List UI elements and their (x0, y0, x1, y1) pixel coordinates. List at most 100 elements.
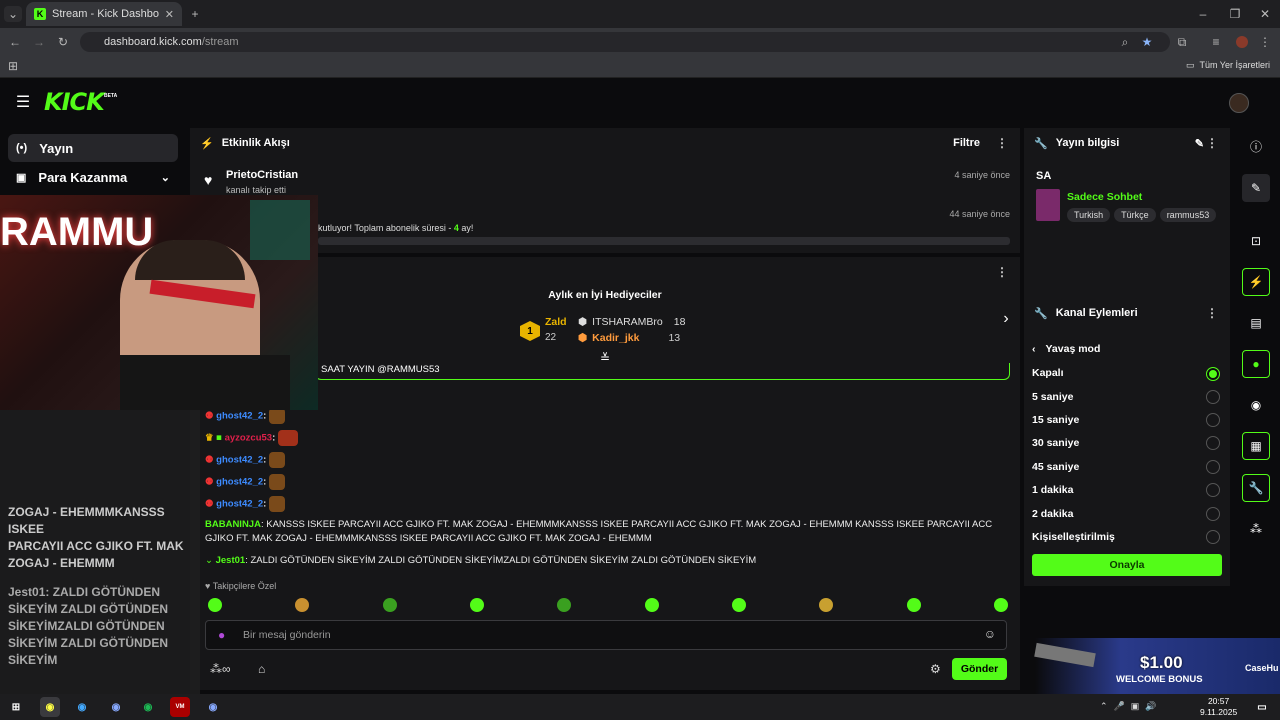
emote-icon[interactable] (993, 598, 1008, 612)
slow-option-radio[interactable] (1206, 530, 1220, 544)
chat-username[interactable]: ghost42_2 (216, 499, 263, 510)
chevron-right-icon[interactable]: › (998, 310, 1014, 327)
minimize-icon[interactable]: – (1196, 6, 1210, 22)
system-tray-icons[interactable]: ⌃🎤▣🔊 (1100, 701, 1162, 712)
slow-option-radio[interactable] (1206, 436, 1220, 450)
channel-actions-menu-icon[interactable]: ⋮ (1206, 306, 1218, 320)
windows-start-icon[interactable]: ⊞ (6, 697, 26, 717)
notifications-icon[interactable]: ▭ (1252, 697, 1272, 717)
slow-option-radio[interactable] (1206, 507, 1220, 521)
category-name[interactable]: Sadece Sohbet (1067, 191, 1142, 203)
chat-input[interactable]: ● Bir mesaj gönderin ☺ (205, 620, 1007, 650)
slow-mode-back[interactable]: ‹ Yavaş mod (1032, 343, 1100, 355)
apps-icon[interactable]: ⁂ (1242, 515, 1270, 543)
wrench-panel-icon[interactable]: 🔧 (1242, 474, 1270, 502)
emote-icon[interactable] (906, 598, 921, 612)
voicemeeter-icon[interactable]: VM (170, 697, 190, 717)
edit-icon[interactable]: ✎ (1242, 174, 1270, 202)
ad-banner[interactable]: $1.00 WELCOME BONUS CaseHu (1034, 638, 1280, 694)
broadcast-signal-icon[interactable]: ◉ (1242, 391, 1270, 419)
slow-option-label[interactable]: 1 dakika (1032, 484, 1073, 496)
hamburger-menu-icon[interactable]: ☰ (14, 94, 32, 111)
slow-option-radio[interactable] (1206, 483, 1220, 497)
send-button[interactable]: Gönder (952, 658, 1007, 680)
filter-button[interactable]: Filtre (953, 137, 980, 149)
apps-grid-icon[interactable]: ⊞ (6, 59, 20, 73)
chat-username[interactable]: Jest01 (216, 555, 246, 566)
media-icon[interactable]: ≡ (1208, 34, 1224, 50)
nav-item-para-kazanma[interactable]: ▣ Para Kazanma ⌄ (8, 163, 178, 191)
emoji-icon[interactable]: ☺ (984, 627, 996, 641)
slow-option-label[interactable]: 5 saniye (1032, 391, 1073, 403)
chat-username[interactable]: ghost42_2 (216, 411, 263, 422)
extensions-icon[interactable]: ⧉ (1174, 34, 1190, 50)
document-icon[interactable]: ▤ (1242, 309, 1270, 337)
back-icon[interactable]: ← (8, 34, 22, 50)
chrome-icon[interactable]: ◉ (40, 697, 60, 717)
chat-username[interactable]: ghost42_2 (216, 477, 263, 488)
chat-tools-icon[interactable]: ⁂∞ (210, 662, 231, 676)
maximize-icon[interactable]: ❐ (1228, 6, 1242, 22)
user-avatar[interactable] (1229, 93, 1249, 113)
slow-option-label[interactable]: 15 saniye (1032, 414, 1079, 426)
bookmark-star-icon[interactable]: ★ (1140, 34, 1154, 50)
new-tab-icon[interactable]: + (188, 6, 202, 22)
event-user[interactable]: PrietoCristian (226, 169, 298, 181)
info-icon[interactable]: ⓘ (1242, 132, 1270, 160)
window-close-icon[interactable]: ✕ (1258, 6, 1272, 22)
forward-icon[interactable]: → (32, 34, 46, 50)
address-bar[interactable]: dashboard.kick.com/stream ⌕ ★ (80, 32, 1170, 52)
chat-username[interactable]: ayzozcu53 (225, 433, 273, 444)
gifter-2[interactable]: ⬢ ITSHARAMBro 18 (578, 316, 685, 328)
reload-icon[interactable]: ↻ (56, 34, 70, 50)
emote-icon[interactable] (557, 598, 572, 612)
collapse-icon[interactable]: ≚ (598, 351, 612, 365)
activity-menu-icon[interactable]: ⋮ (996, 136, 1008, 150)
close-tab-icon[interactable]: ✕ (165, 8, 174, 21)
emote-icon[interactable] (819, 598, 834, 612)
chat-menu-icon[interactable]: ⋮ (996, 265, 1008, 279)
browser-menu-icon[interactable]: ⋮ (1258, 34, 1272, 50)
chat-username[interactable]: BABANINJA (205, 519, 261, 530)
slow-option-label[interactable]: 45 saniye (1032, 461, 1079, 473)
gifter-3[interactable]: ⬢ Kadir_jkk 13 (578, 332, 680, 344)
capture-icon[interactable]: ⊡ (1242, 227, 1270, 255)
emote-icon[interactable] (208, 598, 222, 612)
slow-option-label[interactable]: Kişiselleştirilmiş (1032, 531, 1115, 543)
kick-logo[interactable]: KICK (44, 88, 105, 116)
layout-icon[interactable]: ▦ (1242, 432, 1270, 460)
microphone-icon[interactable]: ● (218, 628, 225, 642)
slow-option-radio[interactable] (1206, 460, 1220, 474)
edit-pencil-icon[interactable]: ✎ (1195, 137, 1204, 150)
settings-gear-icon[interactable]: ⚙ (930, 662, 941, 676)
top-gifter-name[interactable]: Zald (545, 316, 567, 328)
slow-option-label[interactable]: Kapalı (1032, 367, 1064, 379)
emote-icon[interactable] (731, 598, 746, 612)
slow-option-radio[interactable] (1206, 390, 1220, 404)
discord-icon[interactable]: ◉ (106, 697, 126, 717)
spotify-icon[interactable]: ◉ (138, 697, 158, 717)
slow-option-radio[interactable] (1206, 413, 1220, 427)
steam-icon[interactable]: ◉ (203, 697, 223, 717)
all-bookmarks[interactable]: ▭ Tüm Yer İşaretleri (1186, 60, 1270, 71)
slow-option-radio[interactable] (1206, 367, 1220, 381)
slow-option-label[interactable]: 30 saniye (1032, 437, 1079, 449)
store-icon[interactable]: ⌂ (258, 662, 265, 676)
edge-icon[interactable]: ◉ (72, 697, 92, 717)
lightning-panel-icon[interactable]: ⚡ (1242, 268, 1270, 296)
chat-bubble-icon[interactable]: ● (1242, 350, 1270, 378)
stream-info-menu-icon[interactable]: ⋮ (1206, 136, 1218, 150)
zoom-icon[interactable]: ⌕ (1118, 34, 1132, 50)
browser-tab[interactable]: K Stream - Kick Dashboard ✕ (26, 2, 182, 26)
confirm-button[interactable]: Onayla (1032, 554, 1222, 576)
emote-icon[interactable] (644, 598, 659, 612)
chat-username[interactable]: ghost42_2 (216, 455, 263, 466)
tab-search-icon[interactable]: ⌄ (4, 6, 22, 22)
profile-avatar[interactable] (1236, 36, 1248, 48)
emote-icon[interactable] (382, 598, 397, 612)
emote-icon[interactable] (469, 598, 484, 612)
clock[interactable]: 20:57 9.11.2025 (1200, 696, 1237, 718)
emote-icon[interactable] (295, 598, 310, 612)
nav-item-yayin[interactable]: (•) Yayın (8, 134, 178, 162)
slow-option-label[interactable]: 2 dakika (1032, 508, 1073, 520)
